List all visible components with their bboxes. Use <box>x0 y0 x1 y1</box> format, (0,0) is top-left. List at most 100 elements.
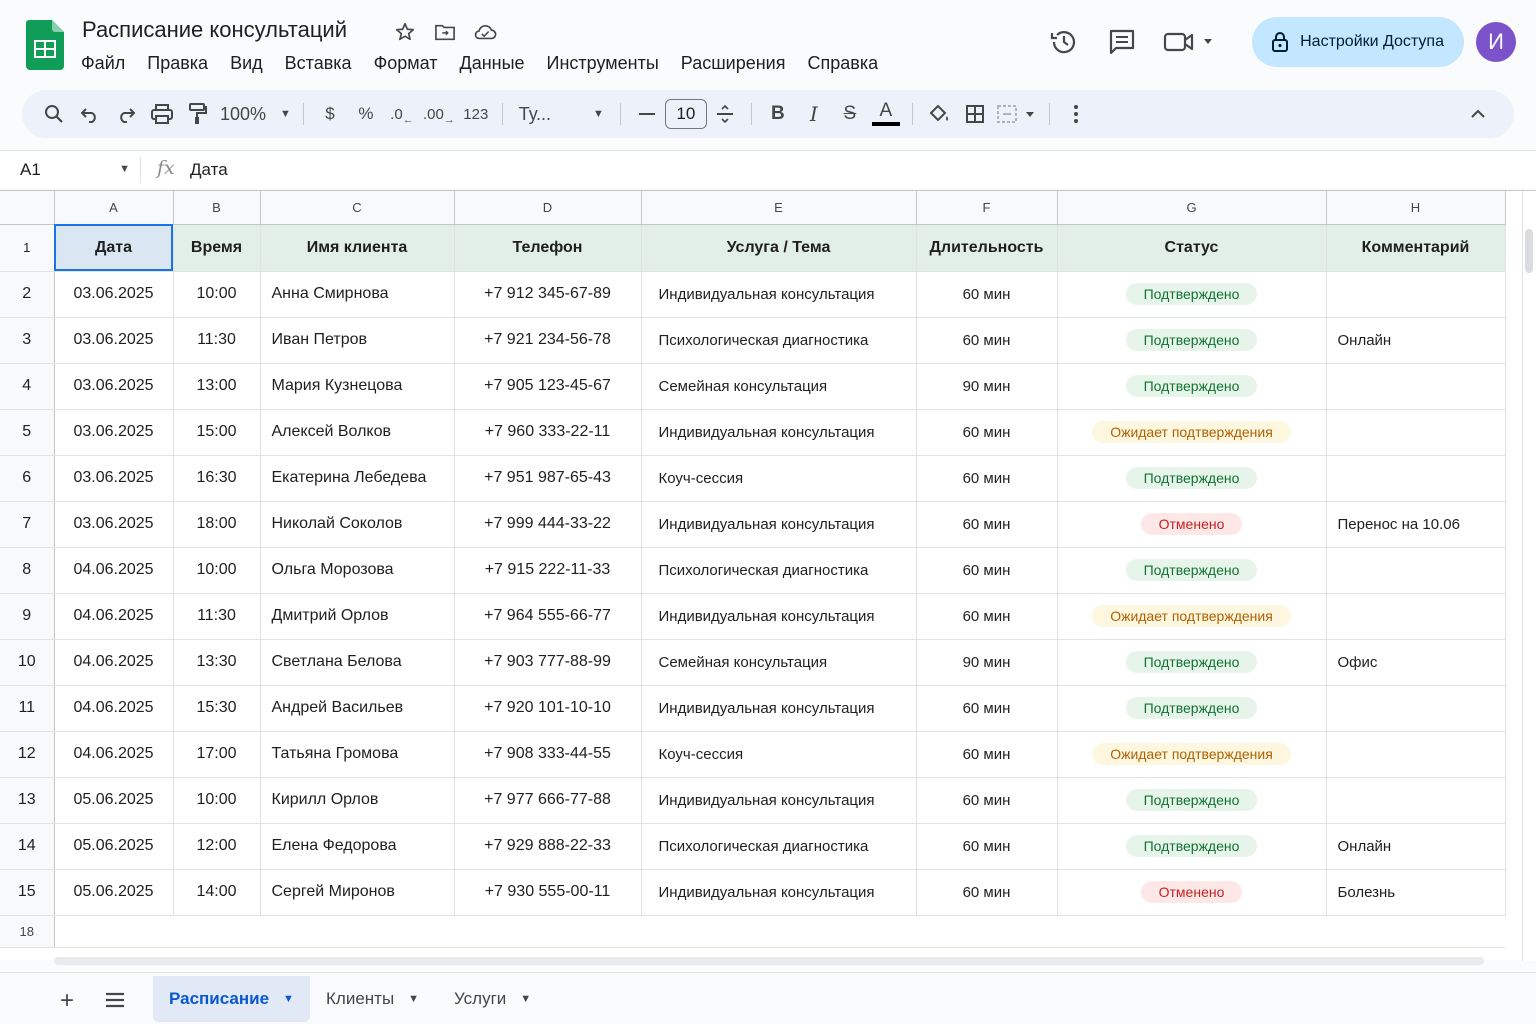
cell-duration[interactable]: 60 мин <box>916 501 1058 548</box>
cell-comment[interactable] <box>1326 363 1506 410</box>
cell-time[interactable]: 11:30 <box>173 593 261 640</box>
cell-time[interactable]: 16:30 <box>173 455 261 502</box>
row-header[interactable]: 5 <box>0 409 55 456</box>
cell-client-name[interactable]: Алексей Волков <box>260 409 455 456</box>
cell-phone[interactable]: +7 960 333-22-11 <box>454 409 642 456</box>
cell-status[interactable]: Отменено <box>1057 869 1327 916</box>
cell-date[interactable]: 03.06.2025 <box>54 271 174 318</box>
cell-phone[interactable]: +7 920 101-10-10 <box>454 685 642 732</box>
cell-phone[interactable]: +7 999 444-33-22 <box>454 501 642 548</box>
cell[interactable] <box>454 915 641 948</box>
cell[interactable] <box>916 915 1057 948</box>
cell-date[interactable]: 04.06.2025 <box>54 731 174 778</box>
cell-service[interactable]: Семейная консультация <box>641 363 917 410</box>
cell-comment[interactable] <box>1326 777 1506 824</box>
cell-client-name[interactable]: Светлана Белова <box>260 639 455 686</box>
search-menus-icon[interactable] <box>36 98 72 130</box>
horizontal-scrollbar[interactable] <box>54 957 1484 965</box>
cell-service[interactable]: Индивидуальная консультация <box>641 685 917 732</box>
share-button[interactable]: Настройки Доступа <box>1252 17 1464 67</box>
cell-comment[interactable] <box>1326 731 1506 778</box>
column-header-b[interactable]: B <box>173 191 261 225</box>
strikethrough-button[interactable]: S <box>832 98 868 130</box>
menu-insert[interactable]: Вставка <box>285 52 363 76</box>
cell-date[interactable]: 03.06.2025 <box>54 501 174 548</box>
menu-tools[interactable]: Инструменты <box>547 52 670 76</box>
column-header-c[interactable]: C <box>260 191 455 225</box>
cell-header-client[interactable]: Имя клиента <box>260 224 455 272</box>
cell-time[interactable]: 12:00 <box>173 823 261 870</box>
column-header-e[interactable]: E <box>641 191 917 225</box>
menu-extensions[interactable]: Расширения <box>681 52 797 76</box>
cell-date[interactable]: 05.06.2025 <box>54 869 174 916</box>
cell-client-name[interactable]: Сергей Миронов <box>260 869 455 916</box>
redo-icon[interactable] <box>108 98 144 130</box>
column-header-g[interactable]: G <box>1057 191 1327 225</box>
italic-button[interactable]: I <box>796 98 832 130</box>
menu-file[interactable]: Файл <box>81 52 136 76</box>
cell-client-name[interactable]: Николай Соколов <box>260 501 455 548</box>
cell-client-name[interactable]: Андрей Васильев <box>260 685 455 732</box>
cell-phone[interactable]: +7 929 888-22-33 <box>454 823 642 870</box>
account-avatar[interactable]: И <box>1476 22 1516 62</box>
comments-icon[interactable] <box>1102 22 1142 62</box>
cell[interactable] <box>1057 915 1326 948</box>
row-header[interactable]: 1 <box>0 224 55 272</box>
cell[interactable] <box>54 915 173 948</box>
font-family-select[interactable]: Ту... ▼ <box>511 104 612 125</box>
undo-icon[interactable] <box>72 98 108 130</box>
cell-status[interactable]: Ожидает подтверждения <box>1057 409 1327 456</box>
decrease-font-size-icon[interactable] <box>629 98 665 130</box>
more-options-icon[interactable] <box>1058 98 1094 130</box>
row-header[interactable]: 6 <box>0 455 55 502</box>
cell-status[interactable]: Подтверждено <box>1057 685 1327 732</box>
cloud-status-icon[interactable] <box>472 20 498 44</box>
cell-phone[interactable]: +7 930 555-00-11 <box>454 869 642 916</box>
cell[interactable] <box>641 915 916 948</box>
cell[interactable] <box>260 915 454 948</box>
sheets-logo-icon[interactable] <box>26 20 64 70</box>
cell-comment[interactable] <box>1326 547 1506 594</box>
menu-view[interactable]: Вид <box>230 52 274 76</box>
cell-duration[interactable]: 60 мин <box>916 731 1058 778</box>
cell-duration[interactable]: 60 мин <box>916 455 1058 502</box>
formula-input[interactable]: Дата <box>190 160 228 180</box>
cell-service[interactable]: Коуч-сессия <box>641 731 917 778</box>
cell-date[interactable]: 04.06.2025 <box>54 593 174 640</box>
cell-comment[interactable]: Перенос на 10.06 <box>1326 501 1506 548</box>
cell-header-time[interactable]: Время <box>173 224 261 272</box>
version-history-icon[interactable] <box>1044 22 1084 62</box>
cell-phone[interactable]: +7 905 123-45-67 <box>454 363 642 410</box>
cell-phone[interactable]: +7 903 777-88-99 <box>454 639 642 686</box>
row-header[interactable]: 13 <box>0 777 55 824</box>
cell-service[interactable]: Индивидуальная консультация <box>641 869 917 916</box>
cell-date[interactable]: 04.06.2025 <box>54 639 174 686</box>
column-header-h[interactable]: H <box>1326 191 1506 225</box>
cell-service[interactable]: Семейная консультация <box>641 639 917 686</box>
cell-time[interactable]: 18:00 <box>173 501 261 548</box>
column-header-d[interactable]: D <box>454 191 642 225</box>
cell-duration[interactable]: 60 мин <box>916 823 1058 870</box>
cell-header-comment[interactable]: Комментарий <box>1326 224 1506 272</box>
cell-duration[interactable]: 90 мин <box>916 639 1058 686</box>
cell-header-duration[interactable]: Длительность <box>916 224 1058 272</box>
cell[interactable] <box>1326 915 1505 948</box>
menu-help[interactable]: Справка <box>807 52 889 76</box>
zoom-select[interactable]: 100% ▼ <box>216 104 295 125</box>
bold-button[interactable]: B <box>760 98 796 130</box>
cell-status[interactable]: Ожидает подтверждения <box>1057 731 1327 778</box>
cell-date[interactable]: 03.06.2025 <box>54 455 174 502</box>
row-header[interactable]: 8 <box>0 547 55 594</box>
cell-phone[interactable]: +7 912 345-67-89 <box>454 271 642 318</box>
row-header[interactable]: 7 <box>0 501 55 548</box>
row-header[interactable]: 4 <box>0 363 55 410</box>
increase-font-size-icon[interactable] <box>707 98 743 130</box>
cell-header-date[interactable]: Дата <box>54 224 174 272</box>
cell-duration[interactable]: 60 мин <box>916 547 1058 594</box>
cell-service[interactable]: Психологическая диагностика <box>641 823 917 870</box>
cell-phone[interactable]: +7 964 555-66-77 <box>454 593 642 640</box>
cell-time[interactable]: 13:30 <box>173 639 261 686</box>
row-header[interactable]: 10 <box>0 639 55 686</box>
cell-status[interactable]: Подтверждено <box>1057 455 1327 502</box>
cell-phone[interactable]: +7 908 333-44-55 <box>454 731 642 778</box>
